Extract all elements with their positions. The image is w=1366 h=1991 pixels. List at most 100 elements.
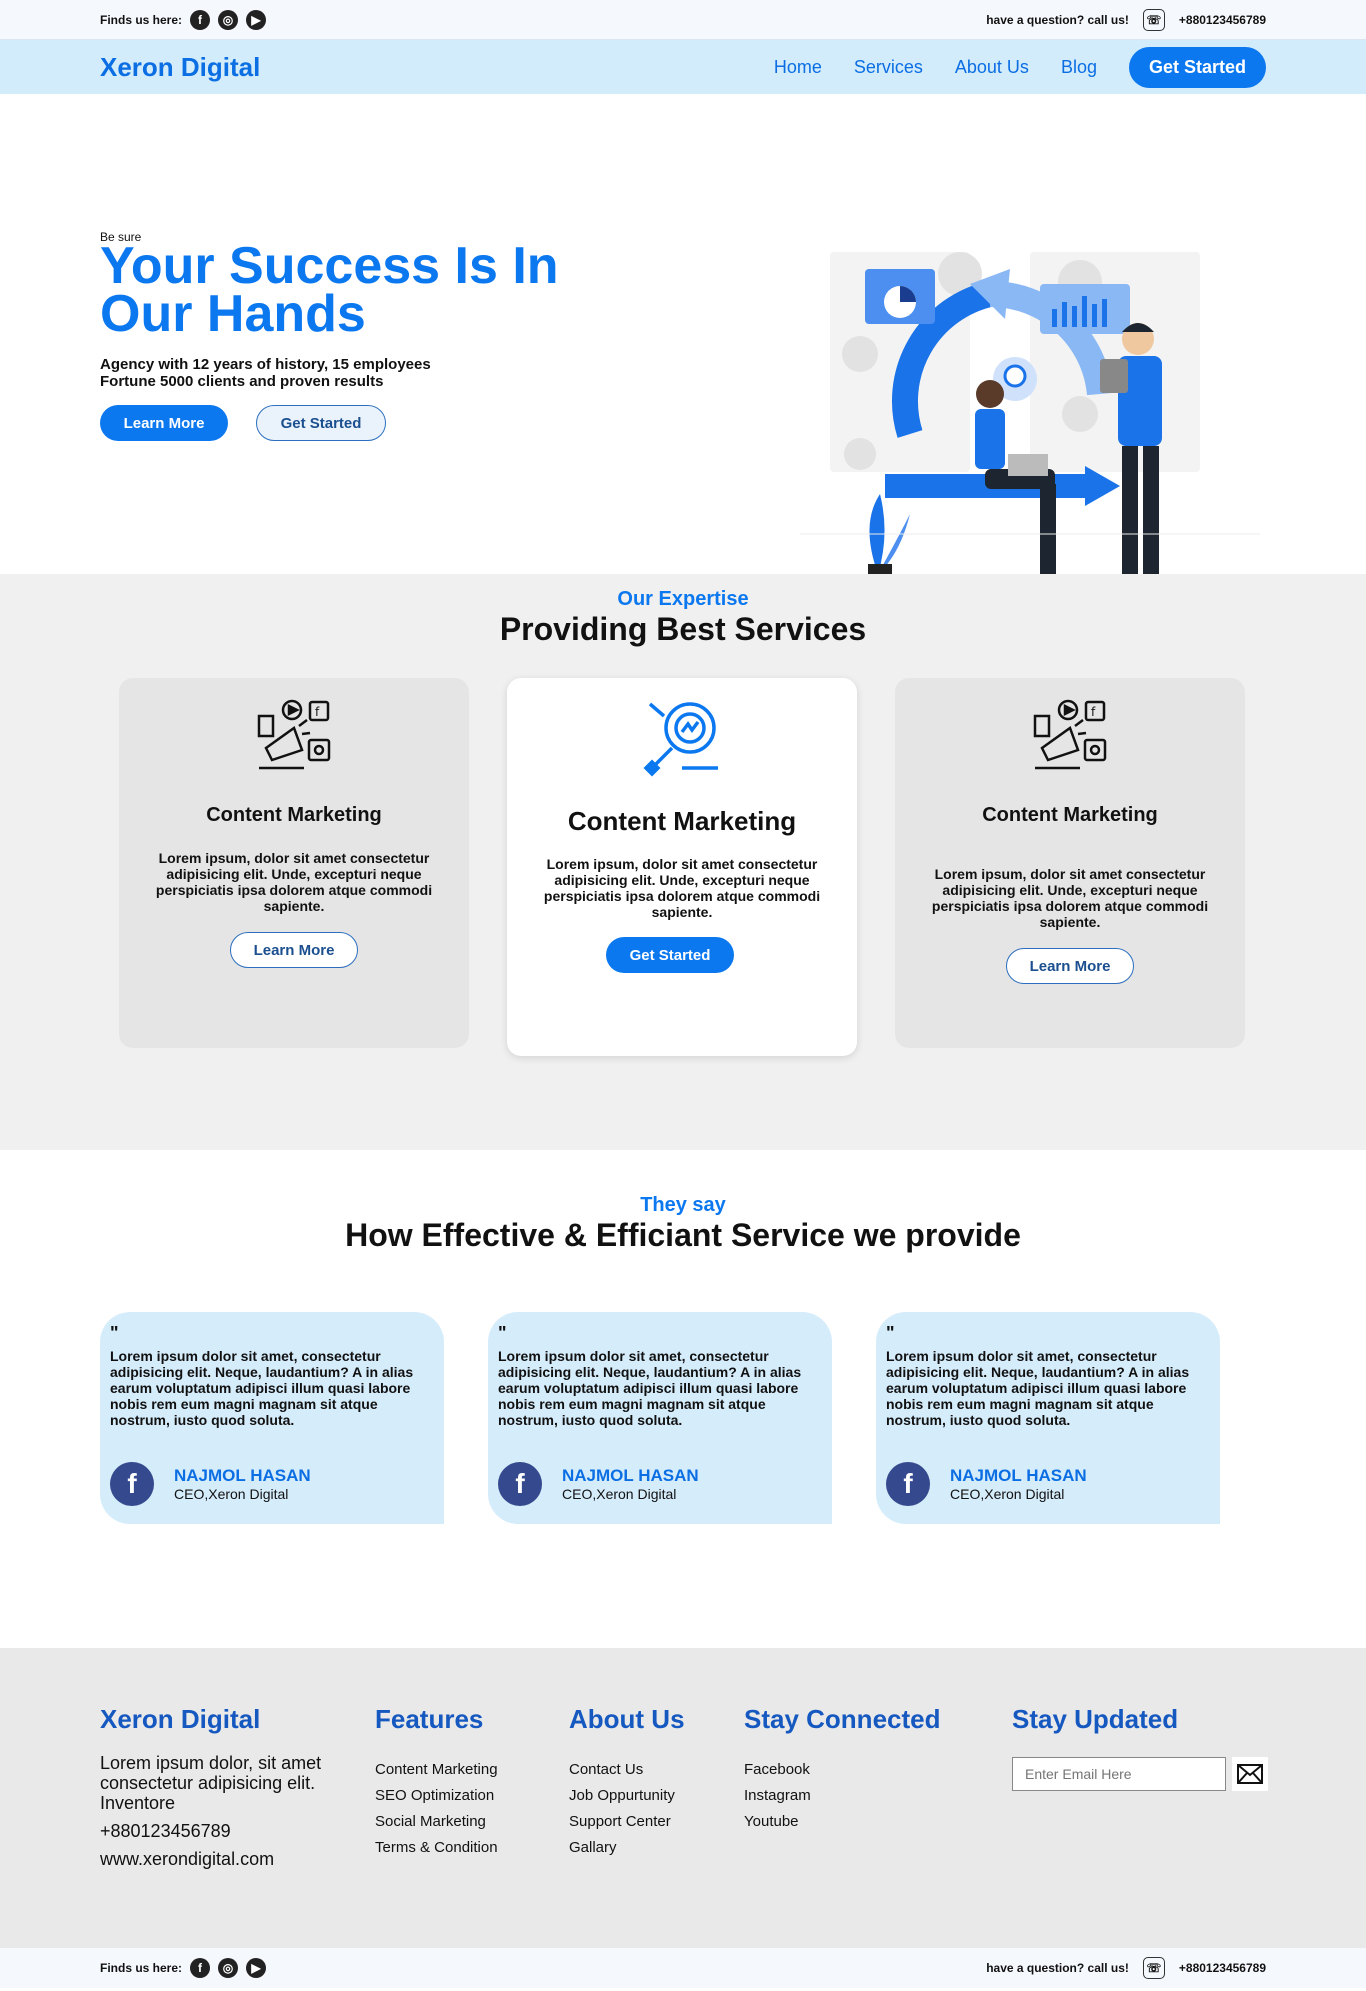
testimonial-author: f NAJMOL HASAN CEO,Xeron Digital <box>886 1462 1087 1506</box>
testimonial-author: f NAJMOL HASAN CEO,Xeron Digital <box>110 1462 311 1506</box>
nav-link-blog[interactable]: Blog <box>1061 57 1097 78</box>
testimonial-card: " Lorem ipsum dolor sit amet, consectetu… <box>876 1312 1220 1524</box>
footer-brand-text: Lorem ipsum dolor, sit amet consectetur … <box>100 1753 322 1813</box>
facebook-icon[interactable]: f <box>190 9 211 30</box>
service-card-desc: Lorem ipsum, dolor sit amet consectetur … <box>931 866 1209 930</box>
nav-link-about[interactable]: About Us <box>955 57 1029 78</box>
quote-icon: " <box>498 1323 507 1343</box>
footer-connected: Stay Connected Facebook Instagram Youtub… <box>744 1704 941 1835</box>
footer-features: Features Content Marketing SEO Optimizat… <box>375 1704 498 1861</box>
facebook-avatar-icon: f <box>498 1462 542 1506</box>
footer-link[interactable]: Support Center <box>569 1809 685 1835</box>
footer-link[interactable]: Content Marketing <box>375 1757 498 1783</box>
services-eyebrow: Our Expertise <box>617 588 749 610</box>
footer-about: About Us Contact Us Job Oppurtunity Supp… <box>569 1704 685 1861</box>
facebook-avatar-icon: f <box>886 1462 930 1506</box>
top-bar: Finds us here: f ◎ ▶ have a question? ca… <box>0 0 1366 40</box>
footer-link[interactable]: Social Marketing <box>375 1809 498 1835</box>
footer-updated-title: Stay Updated <box>1012 1704 1179 1734</box>
social-links: Finds us here: f ◎ ▶ <box>100 1958 267 1978</box>
services-title: Providing Best Services <box>499 611 867 647</box>
seo-magnifier-icon <box>643 702 718 777</box>
instagram-icon[interactable]: ◎ <box>218 1958 239 1978</box>
email-input[interactable] <box>1012 1757 1226 1791</box>
social-links: Finds us here: f ◎ ▶ <box>100 9 267 30</box>
hero-learn-more-button[interactable]: Learn More <box>100 405 228 441</box>
service-card-title: Content Marketing <box>567 806 797 836</box>
footer-link[interactable]: SEO Optimization <box>375 1783 498 1809</box>
nav-menu: Home Services About Us Blog Get Started <box>774 46 1266 88</box>
phone-number[interactable]: +880123456789 <box>1179 1961 1266 1975</box>
testimonial-text: Lorem ipsum dolor sit amet, consectetur … <box>498 1348 802 1428</box>
phone-icon: ☏ <box>1142 8 1165 31</box>
services-section: Our Expertise Providing Best Services f <box>0 574 1366 1150</box>
hero-get-started-button[interactable]: Get Started <box>256 405 386 441</box>
svg-text:f: f <box>315 705 320 719</box>
question-text: have a question? call us! <box>986 1961 1129 1975</box>
instagram-icon[interactable]: ◎ <box>218 9 239 30</box>
author-role: CEO,Xeron Digital <box>562 1486 677 1502</box>
phone-number[interactable]: +880123456789 <box>1179 13 1266 27</box>
testimonial-card: " Lorem ipsum dolor sit amet, consectetu… <box>488 1312 832 1524</box>
footer-logo[interactable]: Xeron Digital <box>100 1704 330 1735</box>
author-name: NAJMOL HASAN <box>950 1466 1087 1485</box>
footer-link-instagram[interactable]: Instagram <box>744 1783 941 1809</box>
testimonials-eyebrow: They say <box>640 1194 726 1216</box>
testimonial-text: Lorem ipsum dolor sit amet, consectetur … <box>110 1348 414 1428</box>
logo[interactable]: Xeron Digital <box>100 52 260 83</box>
subscribe-form <box>1012 1757 1268 1791</box>
testimonials-title: How Effective & Efficiant Service we pro… <box>345 1217 1021 1253</box>
service-card: f Content Marketing Lorem ipsum, dolor s… <box>119 678 469 1048</box>
footer: Xeron Digital Lorem ipsum dolor, sit ame… <box>0 1648 1366 1948</box>
service-learn-more-button[interactable]: Learn More <box>230 932 358 968</box>
service-card-desc: Lorem ipsum, dolor sit amet consectetur … <box>155 850 433 914</box>
footer-website[interactable]: www.xerondigital.com <box>100 1845 330 1873</box>
hero-title: Your Success Is In Our Hands <box>100 237 559 343</box>
footer-brand: Xeron Digital Lorem ipsum dolor, sit ame… <box>100 1704 330 1873</box>
footer-features-title: Features <box>375 1704 484 1734</box>
nav-link-home[interactable]: Home <box>774 57 822 78</box>
hero-section: Be sure Your Success Is In Our Hands Age… <box>0 94 1366 605</box>
footer-link[interactable]: Job Oppurtunity <box>569 1783 685 1809</box>
footer-phone[interactable]: +880123456789 <box>100 1817 330 1845</box>
contact-info: have a question? call us! ☏ +88012345678… <box>986 1957 1266 1979</box>
footer-link-facebook[interactable]: Facebook <box>744 1757 941 1783</box>
footer-newsletter: Stay Updated <box>1012 1704 1268 1791</box>
megaphone-icon: f <box>257 699 331 770</box>
hero-illustration <box>800 252 1260 605</box>
testimonials-section: They say How Effective & Efficiant Servi… <box>0 1150 1366 1648</box>
author-role: CEO,Xeron Digital <box>950 1486 1065 1502</box>
mail-icon[interactable] <box>1232 1757 1268 1791</box>
footer-link-youtube[interactable]: Youtube <box>744 1809 941 1835</box>
youtube-icon[interactable]: ▶ <box>246 9 267 30</box>
find-us-label: Finds us here: <box>100 12 183 27</box>
nav-get-started-button[interactable]: Get Started <box>1128 46 1266 88</box>
find-us-label: Finds us here: <box>100 1961 183 1975</box>
service-card-featured: Content Marketing Lorem ipsum, dolor sit… <box>507 678 857 1056</box>
service-cards: f Content Marketing Lorem ipsum, dolor s… <box>119 678 1245 1056</box>
question-text: have a question? call us! <box>986 12 1129 27</box>
hero-buttons: Learn More Get Started <box>100 405 386 441</box>
footer-link[interactable]: Terms & Condition <box>375 1835 498 1861</box>
facebook-icon[interactable]: f <box>190 1958 211 1978</box>
megaphone-icon: f <box>1033 699 1107 770</box>
svg-text:f: f <box>1091 705 1096 719</box>
author-name: NAJMOL HASAN <box>174 1466 311 1485</box>
youtube-icon[interactable]: ▶ <box>246 1958 267 1978</box>
service-card-title: Content Marketing <box>982 804 1158 826</box>
footer-link[interactable]: Gallary <box>569 1835 685 1861</box>
testimonial-text: Lorem ipsum dolor sit amet, consectetur … <box>886 1348 1190 1428</box>
footer-link[interactable]: Contact Us <box>569 1757 685 1783</box>
quote-icon: " <box>110 1323 119 1343</box>
contact-info: have a question? call us! ☏ +88012345678… <box>986 8 1266 31</box>
hero-subtitle: Agency with 12 years of history, 15 empl… <box>100 356 431 390</box>
footer-connected-title: Stay Connected <box>744 1704 941 1734</box>
nav-link-services[interactable]: Services <box>854 57 923 78</box>
testimonial-card: " Lorem ipsum dolor sit amet, consectetu… <box>100 1312 444 1524</box>
phone-icon: ☏ <box>1142 1957 1165 1979</box>
service-get-started-button[interactable]: Get Started <box>606 937 734 973</box>
service-card-desc: Lorem ipsum, dolor sit amet consectetur … <box>543 856 821 920</box>
bottom-bar: Finds us here: f ◎ ▶ have a question? ca… <box>0 1948 1366 1988</box>
service-learn-more-button[interactable]: Learn More <box>1006 948 1134 984</box>
main-nav: Xeron Digital Home Services About Us Blo… <box>0 40 1366 94</box>
